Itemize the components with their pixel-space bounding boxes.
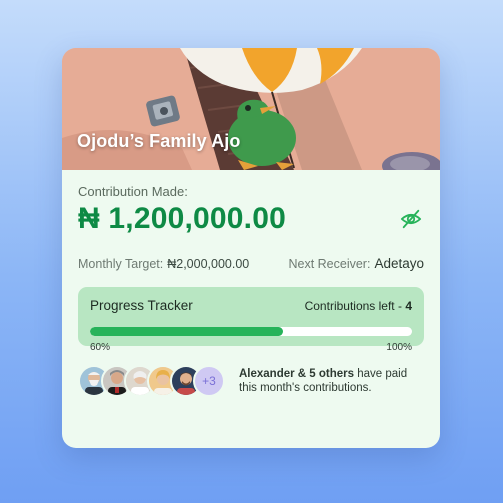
- tracker-header: Progress Tracker Contributions left - 4: [90, 298, 412, 313]
- paid-summary: Alexander & 5 others have paid this mont…: [239, 367, 424, 395]
- progress-tracker: Progress Tracker Contributions left - 4 …: [78, 287, 424, 353]
- banner-illustration: Ojodu’s Family Ajo: [62, 48, 440, 170]
- paid-names: Alexander & 5 others: [239, 368, 355, 380]
- progress-labels: 60% 100%: [90, 342, 412, 353]
- next-receiver: Next Receiver: Adetayo: [288, 256, 424, 271]
- monthly-target-value: ₦2,000,000.00: [167, 257, 250, 271]
- members-paid-row: +3 Alexander & 5 others have paid this m…: [78, 365, 424, 397]
- contribution-label: Contribution Made:: [78, 184, 188, 199]
- progress-max-label: 100%: [386, 342, 412, 353]
- monthly-target-label: Monthly Target:: [78, 257, 164, 271]
- card-body: Contribution Made: ₦ 1,200,000.00 Monthl…: [62, 170, 440, 397]
- group-title: Ojodu’s Family Ajo: [77, 131, 241, 151]
- ajo-card: Ojodu’s Family Ajo Contribution Made: ₦ …: [62, 48, 440, 448]
- avatar-stack[interactable]: +3: [78, 365, 225, 397]
- next-receiver-value: Adetayo: [374, 256, 424, 271]
- progress-bar: [90, 327, 412, 336]
- progress-value-label: 60%: [90, 342, 111, 353]
- monthly-target: Monthly Target: ₦2,000,000.00: [78, 257, 249, 271]
- amount-row: ₦ 1,200,000.00: [78, 202, 424, 236]
- contribution-amount: ₦ 1,200,000.00: [78, 202, 286, 235]
- meta-row: Monthly Target: ₦2,000,000.00 Next Receiv…: [78, 256, 424, 271]
- contributions-left: Contributions left - 4: [305, 299, 412, 313]
- more-members-badge[interactable]: +3: [193, 365, 225, 397]
- contributions-left-value: 4: [405, 299, 412, 313]
- next-receiver-label: Next Receiver:: [288, 257, 371, 271]
- progress-bar-fill: [90, 327, 284, 336]
- eye-off-icon[interactable]: [400, 208, 422, 230]
- contributions-left-label: Contributions left -: [304, 299, 406, 313]
- tracker-title: Progress Tracker: [90, 298, 193, 313]
